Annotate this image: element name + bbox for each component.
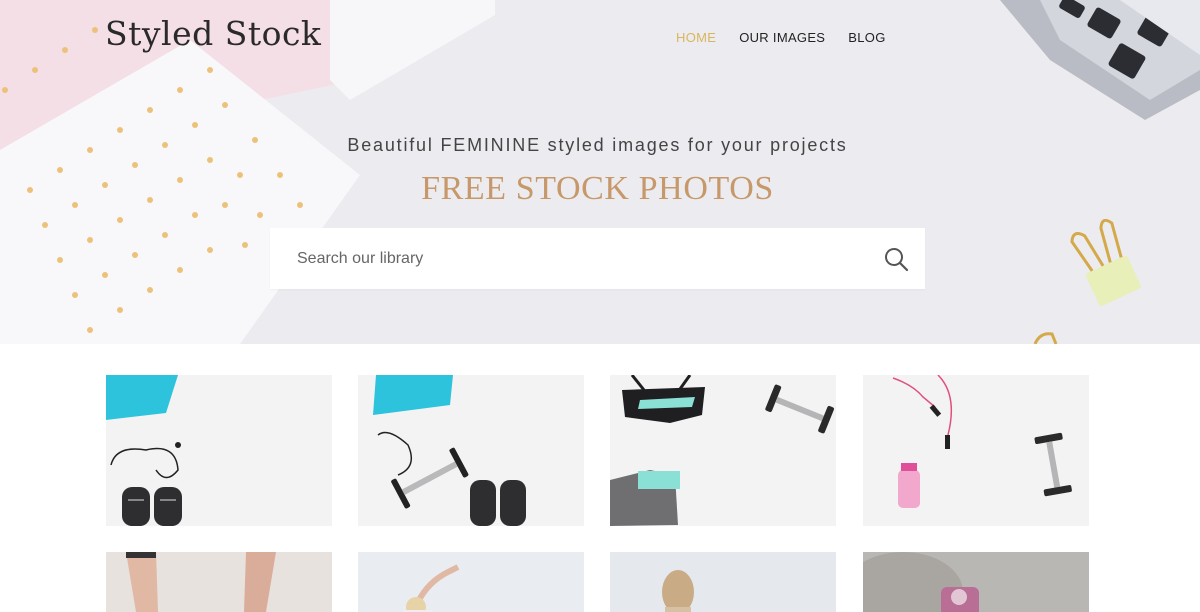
main-nav: HOME OUR IMAGES BLOG [676,30,909,46]
gallery-image-8[interactable] [863,552,1089,612]
gallery-image-4[interactable] [863,375,1089,526]
gallery-image-3[interactable] [610,375,836,526]
site-logo[interactable]: Styled Stock [105,14,321,54]
gallery-image-5[interactable] [106,552,332,612]
nav-item-home[interactable]: HOME [676,30,716,46]
search-bar [270,228,925,289]
hero-headline: FREE STOCK PHOTOS [421,170,774,207]
search-icon[interactable] [883,246,909,272]
gallery-image-1[interactable] [106,375,332,526]
hero-banner: Styled Stock HOME OUR IMAGES BLOG Beauti… [0,0,1200,344]
gallery-image-7[interactable] [610,552,836,612]
search-input[interactable] [270,228,883,289]
gallery-image-2[interactable] [358,375,584,526]
nav-item-blog[interactable]: BLOG [848,30,885,46]
gallery-image-6[interactable] [358,552,584,612]
nav-item-our-images[interactable]: OUR IMAGES [739,30,825,46]
hero-tagline: Beautiful FEMININE styled images for you… [347,135,848,155]
